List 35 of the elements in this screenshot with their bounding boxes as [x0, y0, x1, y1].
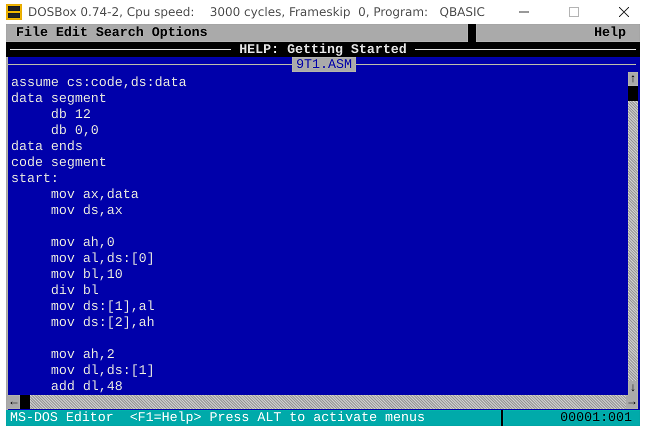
- menu-item[interactable]: File: [16, 25, 48, 41]
- menu-item[interactable]: Options: [152, 25, 208, 41]
- scroll-thumb[interactable]: [628, 86, 638, 101]
- code-line: mov ds,ax: [50, 203, 124, 219]
- horizontal-scrollbar[interactable]: ← →: [8, 395, 638, 409]
- code-line: data segment: [11, 91, 108, 107]
- code-line: start:: [11, 171, 60, 187]
- code-line: mov ds:[2],ah: [50, 315, 156, 331]
- menu-item[interactable]: Help: [594, 25, 626, 41]
- code-line: data ends: [11, 139, 84, 155]
- window-title: DOSBox 0.74-2, Cpu speed: 3000 cycles, Frameskip 0, Program: QBASIC: [28, 5, 486, 19]
- code-line: db 12: [50, 107, 92, 123]
- maximize-icon: [569, 7, 579, 17]
- code-line: mov ds:[1],al: [50, 299, 156, 315]
- file-name-title: 9T1.ASM: [292, 57, 356, 72]
- scroll-thumb[interactable]: [20, 395, 30, 409]
- app-logo-icon: [6, 4, 22, 20]
- code-line: mov bl,10: [50, 267, 124, 283]
- code-line: mov dl,ds:[1]: [50, 363, 156, 379]
- cursor-position: 00001:001: [560, 410, 632, 426]
- code-line: add dl,48: [50, 379, 124, 395]
- code-line: div bl: [50, 283, 100, 299]
- status-text: MS-DOS Editor <F1=Help> Press ALT to activate menus: [10, 410, 425, 426]
- code-line: mov ah,0: [50, 235, 116, 251]
- help-window-title: HELP: Getting Started: [231, 42, 415, 58]
- close-icon: [619, 7, 629, 17]
- code-line: mov ax,data: [50, 187, 140, 203]
- code-line: mov al,ds:[0]: [50, 251, 156, 267]
- vertical-scrollbar[interactable]: ↑ ↓: [628, 72, 638, 395]
- code-line: db 0,0: [50, 123, 100, 139]
- code-line: assume cs:code,ds:data: [11, 75, 188, 91]
- code-line: mov ah,2: [50, 347, 116, 363]
- code-line: code segment: [11, 155, 108, 171]
- menu-item[interactable]: Search: [96, 25, 144, 41]
- menu-item[interactable]: Edit: [56, 25, 88, 41]
